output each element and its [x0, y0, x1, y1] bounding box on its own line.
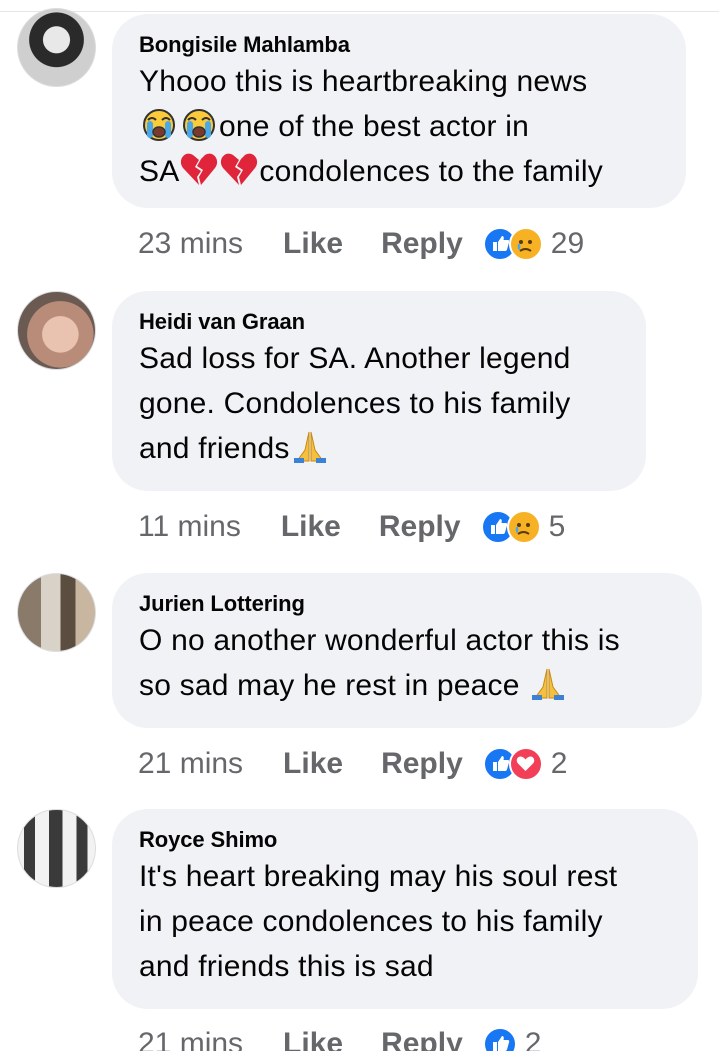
folded-hands-icon: [290, 428, 330, 464]
reaction-count[interactable]: 29: [551, 227, 584, 261]
comment-actions: 11 mins Like Reply 5: [138, 507, 565, 547]
comment-text: Yhooo this is heartbreaking news one of …: [139, 59, 660, 194]
reaction-count[interactable]: 2: [525, 1027, 542, 1051]
reply-button[interactable]: Reply: [381, 1027, 463, 1051]
avatar[interactable]: [17, 809, 96, 888]
comment-actions: 21 mins Like Reply 2: [138, 744, 567, 784]
comment-actions: 21 mins Like Reply 2: [138, 1024, 541, 1051]
comment-line: It's heart breaking may his soul rest: [139, 860, 618, 893]
comment-author[interactable]: Bongisile Mahlamba: [139, 31, 660, 59]
comment-bubble: Bongisile Mahlamba Yhooo this is heartbr…: [112, 14, 686, 208]
comment-text: O no another wonderful actor this is so …: [139, 618, 676, 708]
comment-bubble: Heidi van Graan Sad loss for SA. Another…: [112, 291, 646, 491]
avatar[interactable]: [17, 573, 96, 652]
comment-actions: 23 mins Like Reply 29: [138, 224, 584, 264]
sad-reaction-icon: [506, 510, 541, 544]
comment-line: gone. Condolences to his family: [139, 387, 571, 420]
comment-line: condolences to the family: [259, 155, 603, 188]
like-button[interactable]: Like: [283, 227, 343, 261]
comment-line: and friends this is sad: [139, 950, 434, 983]
reaction-count[interactable]: 2: [551, 747, 568, 781]
like-button[interactable]: Like: [281, 510, 341, 544]
reply-button[interactable]: Reply: [381, 747, 463, 781]
reply-button[interactable]: Reply: [379, 510, 461, 544]
comment-line: in peace condolences to his family: [139, 905, 603, 938]
broken-heart-icon: [219, 151, 259, 187]
reaction-summary[interactable]: [482, 747, 543, 781]
comment-time[interactable]: 21 mins: [138, 747, 243, 781]
comment-line-2: one of the best actor in: [139, 104, 660, 149]
reply-button[interactable]: Reply: [381, 227, 463, 261]
comment-line: Sad loss for SA. Another legend: [139, 342, 571, 375]
comment-time[interactable]: 11 mins: [138, 510, 241, 544]
top-divider: [0, 0, 719, 12]
sad-reaction-icon: [508, 227, 543, 261]
comment-bubble: Royce Shimo It's heart breaking may his …: [112, 809, 698, 1009]
like-button[interactable]: Like: [283, 747, 343, 781]
broken-heart-icon: [179, 151, 219, 187]
comment-bubble: Jurien Lottering O no another wonderful …: [112, 573, 702, 728]
crying-face-icon: [179, 106, 219, 142]
comment-line-2: so sad may he rest in peace: [139, 663, 676, 708]
like-button[interactable]: Like: [283, 1027, 343, 1051]
comment-line-3: SA condolences to the family: [139, 149, 660, 194]
avatar[interactable]: [17, 291, 96, 370]
comment-time[interactable]: 23 mins: [138, 227, 243, 261]
comment-line: one of the best actor in: [219, 110, 530, 143]
comment-author[interactable]: Jurien Lottering: [139, 590, 676, 618]
comment-author[interactable]: Heidi van Graan: [139, 308, 620, 336]
reaction-summary[interactable]: [482, 1027, 517, 1051]
comment-text: Sad loss for SA. Another legend gone. Co…: [139, 336, 620, 471]
comment-line: Yhooo this is heartbreaking news: [139, 65, 588, 98]
comment-line: so sad may he rest in peace: [139, 669, 529, 702]
comment-line: SA: [139, 155, 180, 188]
reaction-count[interactable]: 5: [549, 510, 566, 544]
comment-line: O no another wonderful actor this is: [139, 624, 620, 657]
avatar[interactable]: [17, 8, 96, 87]
crying-face-icon: [139, 106, 179, 142]
comment-text: It's heart breaking may his soul rest in…: [139, 854, 672, 989]
comment-time[interactable]: 21 mins: [138, 1027, 243, 1051]
reaction-summary[interactable]: [482, 227, 543, 261]
comment-author[interactable]: Royce Shimo: [139, 826, 672, 854]
love-reaction-icon: [508, 747, 543, 781]
like-reaction-icon: [482, 1027, 517, 1051]
reaction-summary[interactable]: [480, 510, 541, 544]
comment-line: and friends: [139, 432, 290, 465]
comment-line-3: and friends: [139, 426, 620, 471]
folded-hands-icon: [528, 665, 568, 701]
